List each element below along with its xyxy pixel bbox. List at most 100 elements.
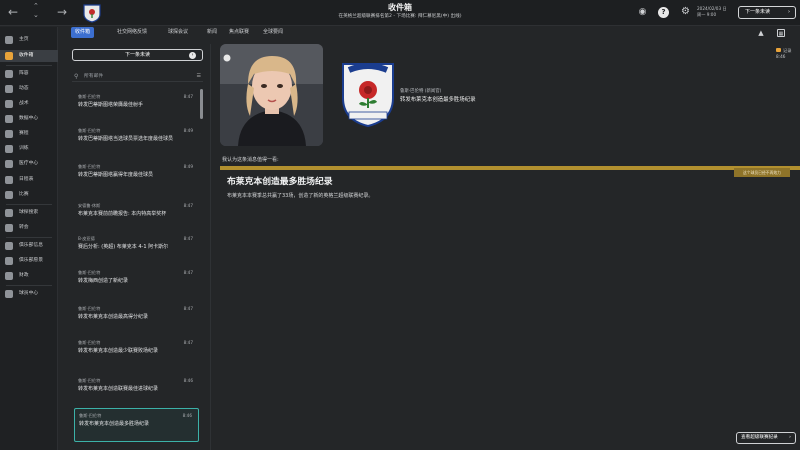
sidebar-item-fixtures[interactable]: 赛程 (0, 128, 58, 140)
sidebar-item-tactics[interactable]: 战术 (0, 98, 58, 110)
tactics-icon (5, 100, 13, 108)
message-from[interactable]: 鲁斯·巴伦特 (新闻官) (400, 88, 441, 94)
help-icon[interactable]: ? (658, 7, 669, 18)
club-info-icon (5, 242, 13, 250)
tab-world-news[interactable]: 全球要闻 (259, 27, 287, 38)
message-sender: 鲁斯·巴伦特 (78, 340, 101, 345)
sidebar-item-inbox[interactable]: 收件箱 (0, 50, 58, 62)
sidebar-item-finances[interactable]: 财政 (0, 270, 58, 282)
list-item[interactable]: 鲁斯·巴伦特 8:47 转发布莱克本创造最少联赛败场纪录 (74, 336, 199, 370)
message-sender: 鲁斯·巴伦特 (78, 378, 101, 383)
message-time: 8:47 (183, 203, 193, 208)
calendar-icon (5, 130, 13, 138)
sidebar-item-label: 财政 (19, 273, 29, 278)
message-sender: 鲁斯·巴伦特 (78, 128, 101, 133)
message-sender: B·皮亚德 (78, 236, 95, 241)
sidebar-item-training[interactable]: 训练 (0, 143, 58, 155)
message-subject: 转发梅西创造了新纪录 (78, 278, 129, 284)
message-subject: 转发巴蒂斯图塔赢得年度最佳球员 (78, 172, 154, 178)
view-league-records-button[interactable]: 查看超级联赛纪录 › (736, 432, 796, 444)
message-sender: 鲁斯·巴伦特 (79, 413, 102, 418)
message-time: 8:49 (183, 128, 193, 133)
date-display[interactable]: 2024/02/03 日 周一 9:00 (697, 6, 727, 18)
list-item[interactable]: 鲁斯·巴伦特 8:46 转发布莱克本创造联赛最佳进球纪录 (74, 374, 199, 408)
data-icon (5, 115, 13, 123)
sidebar-item-schedule[interactable]: 日程表 (0, 174, 58, 186)
sender-photo[interactable] (220, 44, 323, 146)
trophy-icon[interactable]: ◉ (637, 7, 648, 18)
bell-icon[interactable]: ▲ (757, 29, 765, 37)
chevron-right-icon: › (789, 435, 791, 440)
message-subject: 转发布莱克本创造联赛最佳进球纪录 (78, 386, 159, 392)
message-subject: 转发布莱克本创造最少联赛败场纪录 (78, 348, 159, 354)
list-item[interactable]: 鲁斯·巴伦特 8:47 转发布莱克本创造最高得分纪录 (74, 302, 199, 336)
sidebar-item-medical[interactable]: 医疗中心 (0, 158, 58, 170)
message-sender: 安德鲁·休斯 (78, 203, 101, 208)
sidebar-item-squad[interactable]: 阵容 (0, 68, 58, 80)
scrollbar[interactable] (200, 89, 203, 119)
sidebar-item-dynamics[interactable]: 动态 (0, 83, 58, 95)
list-menu-icon[interactable]: ☰ (197, 71, 201, 82)
list-item[interactable]: 鲁斯·巴伦特 8:49 转发巴蒂斯图塔赢得年度最佳球员 (74, 160, 199, 194)
schedule-icon (5, 176, 13, 184)
finance-icon (5, 272, 13, 280)
sidebar-item-player-hub[interactable]: 球员中心 (0, 288, 58, 300)
dynamics-icon (5, 85, 13, 93)
inbox-icon (5, 52, 13, 60)
message-time: 8:47 (183, 270, 193, 275)
record-text: 记录 (783, 48, 792, 53)
next-unread-button[interactable]: 下一条未读 › (72, 49, 203, 61)
inbox-panel: 下一条未读 › ⚲ 所有邮件 ☰ 鲁斯·巴伦特 8:47 转发巴蒂斯图塔荣膺最佳… (68, 44, 208, 450)
chevron-right-icon: › (788, 9, 790, 15)
filter-input[interactable]: ⚲ 所有邮件 ☰ (72, 71, 203, 82)
message-title: 转发布莱克本创造最多胜场纪录 (400, 97, 476, 103)
sidebar-item-transfers[interactable]: 转会 (0, 222, 58, 234)
sidebar-item-matches[interactable]: 比赛 (0, 189, 58, 201)
gear-icon[interactable]: ⚙ (680, 7, 691, 18)
layout-icon[interactable]: ▦ (777, 29, 785, 37)
list-item[interactable]: 鲁斯·巴伦特 8:49 转发巴蒂斯图塔当选球员票选年度最佳球员 (74, 124, 199, 158)
next-unread-label: 下一条未读 (124, 52, 150, 58)
transfer-icon (5, 224, 13, 232)
list-item[interactable]: B·皮亚德 8:47 赛后分析: (英超) 布莱克本 4-1 阿卡斯尔 (74, 232, 199, 266)
chevron-right-icon: › (189, 51, 196, 59)
sidebar-item-club-vision[interactable]: 俱乐部愿景 (0, 255, 58, 267)
sidebar-item-data-hub[interactable]: 数据中心 (0, 113, 58, 125)
sidebar-item-label: 数据中心 (19, 116, 39, 121)
continue-button[interactable]: 下一条未读 › (738, 6, 796, 19)
tab-scout-meeting[interactable]: 球探会议 (164, 27, 192, 38)
sidebar: 主页 收件箱 阵容 动态 战术 数据中心 赛程 训练 医疗中心 日程表 比赛 球… (0, 27, 58, 450)
tab-social-feedback[interactable]: 社交网络反馈 (113, 27, 151, 38)
tab-inbox[interactable]: 收件箱 (71, 27, 95, 38)
list-item[interactable]: 鲁斯·巴伦特 8:47 转发巴蒂斯图塔荣膺最佳射手 (74, 90, 199, 124)
message-time: 8:46 (183, 378, 193, 383)
filter-label: 所有邮件 (84, 74, 104, 79)
training-icon (5, 145, 13, 153)
status-badge: 这个球员已经不再效力 (734, 168, 790, 177)
sidebar-item-label: 战术 (19, 101, 29, 106)
message-sender: 鲁斯·巴伦特 (78, 164, 101, 169)
sidebar-item-scouting[interactable]: 球探搜索 (0, 207, 58, 219)
message-intro: 我认为这条消息值得一看: (222, 157, 279, 163)
continue-label: 下一条未读 (745, 9, 771, 15)
top-bar: ← ⌃ ⌄ → 收件箱 在英格兰超级联赛排名第2 - 下场比赛: 拜仁慕尼黑(中… (0, 0, 800, 26)
message-view: 鲁斯·巴伦特 (新闻官) 转发布莱克本创造最多胜场纪录 记录 8:46 我认为这… (211, 44, 800, 450)
message-sender: 鲁斯·巴伦特 (78, 306, 101, 311)
sidebar-item-home[interactable]: 主页 (0, 34, 58, 46)
sidebar-item-club-info[interactable]: 俱乐部信息 (0, 240, 58, 252)
sidebar-item-label: 医疗中心 (19, 161, 39, 166)
message-time: 8:46 (182, 413, 192, 418)
sidebar-item-label: 训练 (19, 146, 29, 151)
list-item[interactable]: 鲁斯·巴伦特 8:47 转发梅西创造了新纪录 (74, 266, 199, 300)
sidebar-item-label: 赛程 (19, 131, 29, 136)
sidebar-item-label: 俱乐部愿景 (19, 258, 43, 263)
sidebar-divider (6, 285, 52, 286)
list-item-selected[interactable]: 鲁斯·巴伦特 8:46 转发布莱克本创造最多胜场纪录 (74, 408, 199, 442)
tab-news[interactable]: 新闻 (203, 27, 221, 38)
tab-focus-league[interactable]: 焦点联赛 (225, 27, 253, 38)
message-time: 8:49 (183, 164, 193, 169)
home-icon (5, 36, 13, 44)
player-hub-icon (5, 290, 13, 298)
sidebar-item-label: 阵容 (19, 71, 29, 76)
list-item[interactable]: 安德鲁·休斯 8:47 布莱克本赛前前瞻报告: 本内特高举奖杯 (74, 199, 199, 233)
